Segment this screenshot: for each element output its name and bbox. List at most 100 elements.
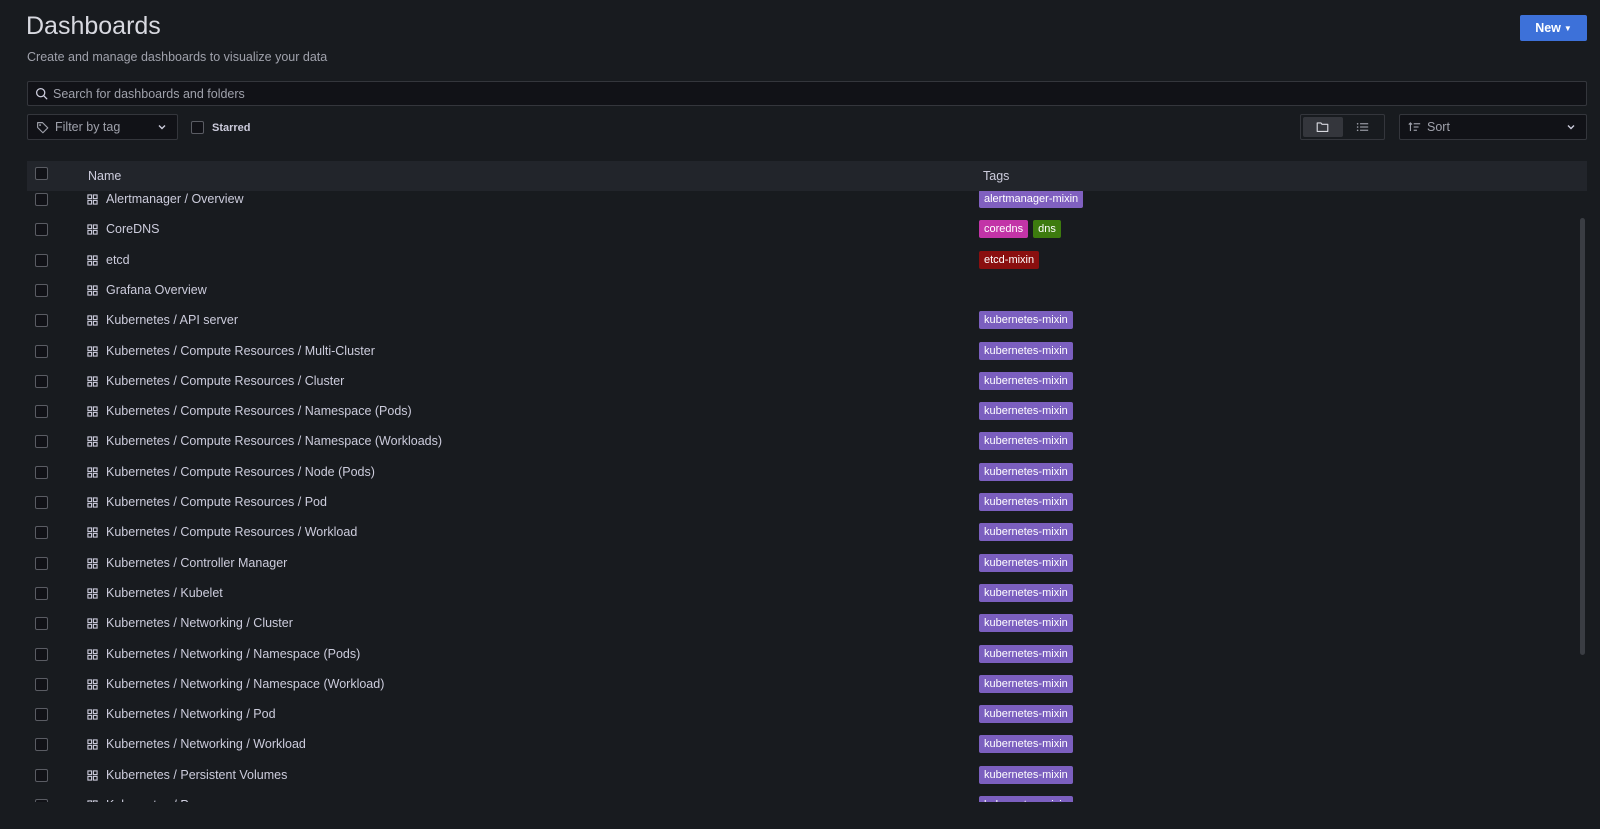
tag-badge[interactable]: kubernetes-mixin bbox=[979, 402, 1073, 421]
row-checkbox[interactable] bbox=[35, 283, 48, 297]
row-checkbox[interactable] bbox=[35, 526, 48, 540]
tag-badge[interactable]: coredns bbox=[979, 220, 1029, 239]
scrollbar[interactable] bbox=[1580, 218, 1585, 655]
row-checkbox[interactable] bbox=[35, 465, 48, 479]
tag-badge[interactable]: kubernetes-mixin bbox=[979, 523, 1073, 542]
table-row[interactable]: Kubernetes / Compute Resources / Namespa… bbox=[27, 432, 1587, 463]
dashboard-title-link[interactable]: Kubernetes / Persistent Volumes bbox=[106, 768, 287, 782]
row-checkbox[interactable] bbox=[35, 344, 48, 358]
dashboard-title-link[interactable]: Alertmanager / Overview bbox=[106, 192, 244, 206]
table-row[interactable]: etcd etcd-mixin bbox=[27, 250, 1587, 282]
table-row[interactable]: Alertmanager / Overview alertmanager-mixi… bbox=[27, 191, 1587, 221]
row-checkbox[interactable] bbox=[35, 435, 48, 449]
table-row[interactable]: Kubernetes / Networking / Namespace (Pod… bbox=[27, 644, 1587, 676]
tag-badge[interactable]: alertmanager-mixin bbox=[979, 191, 1084, 208]
table-row[interactable]: Kubernetes / Compute Resources / Pod kube… bbox=[27, 493, 1587, 524]
sort-select[interactable]: Sort bbox=[1399, 114, 1587, 140]
folder-view-button[interactable] bbox=[1303, 117, 1343, 137]
dashboard-grid-icon bbox=[87, 467, 98, 478]
dashboard-title-link[interactable]: Grafana Overview bbox=[106, 283, 207, 297]
table-row[interactable]: Kubernetes / Networking / Cluster kuberne… bbox=[27, 614, 1587, 645]
table-row[interactable]: Kubernetes / Compute Resources / Node (P… bbox=[27, 462, 1587, 494]
dashboard-title-link[interactable]: Kubernetes / Compute Resources / Cluster bbox=[106, 374, 344, 388]
tag-badge[interactable]: kubernetes-mixin bbox=[979, 432, 1073, 451]
search-bar[interactable] bbox=[27, 81, 1587, 106]
row-checkbox[interactable] bbox=[35, 314, 48, 328]
new-button[interactable]: New ▼ bbox=[1520, 15, 1587, 41]
dashboard-title-link[interactable]: Kubernetes / Networking / Cluster bbox=[106, 616, 293, 630]
row-checkbox[interactable] bbox=[35, 617, 48, 631]
row-checkbox[interactable] bbox=[35, 405, 48, 419]
starred-filter[interactable]: Starred bbox=[191, 121, 251, 134]
select-all-checkbox[interactable] bbox=[35, 167, 48, 180]
row-checkbox[interactable] bbox=[35, 556, 48, 570]
table-row[interactable]: Kubernetes / Compute Resources / Cluster… bbox=[27, 371, 1587, 403]
dashboard-title-link[interactable]: Kubernetes / Networking / Namespace (Pod… bbox=[106, 647, 360, 661]
table-row[interactable]: Kubernetes / Kubelet kubernetes-mixin bbox=[27, 583, 1587, 615]
dashboard-title-link[interactable]: Kubernetes / Compute Resources / Namespa… bbox=[106, 404, 412, 418]
dashboard-title-link[interactable]: Kubernetes / Compute Resources / Node (P… bbox=[106, 465, 375, 479]
row-checkbox[interactable] bbox=[35, 193, 48, 206]
table-row[interactable]: Kubernetes / Networking / Pod kubernetes-… bbox=[27, 705, 1587, 736]
dashboard-title-link[interactable]: CoreDNS bbox=[106, 222, 160, 236]
row-checkbox[interactable] bbox=[35, 374, 48, 388]
dashboard-title-link[interactable]: Kubernetes / Compute Resources / Multi-C… bbox=[106, 344, 375, 358]
dashboard-title-link[interactable]: Kubernetes / Controller Manager bbox=[106, 556, 287, 570]
tag-badge[interactable]: dns bbox=[1033, 220, 1061, 239]
tag-badge[interactable]: kubernetes-mixin bbox=[979, 735, 1073, 754]
tag-badge[interactable]: kubernetes-mixin bbox=[979, 674, 1073, 693]
row-checkbox[interactable] bbox=[35, 708, 48, 722]
tag-badge[interactable]: kubernetes-mixin bbox=[979, 614, 1073, 633]
dashboard-title-link[interactable]: etcd bbox=[106, 253, 130, 267]
table-row[interactable]: Kubernetes / Networking / Namespace (Wor… bbox=[27, 674, 1587, 706]
tag-badge[interactable]: kubernetes-mixin bbox=[979, 371, 1073, 390]
dashboard-title-link[interactable]: Kubernetes / Networking / Workload bbox=[106, 737, 306, 751]
tag-badge[interactable]: kubernetes-mixin bbox=[979, 583, 1073, 602]
dashboard-grid-icon bbox=[87, 497, 98, 508]
table-row[interactable]: Kubernetes / Controller Manager kubernete… bbox=[27, 553, 1587, 585]
tag-badge[interactable]: kubernetes-mixin bbox=[979, 705, 1073, 724]
tag-badge[interactable]: etcd-mixin bbox=[979, 250, 1040, 269]
column-header-name[interactable]: Name bbox=[88, 169, 121, 183]
search-input[interactable] bbox=[53, 86, 1586, 101]
list-view-button[interactable] bbox=[1343, 117, 1383, 137]
tag-badge[interactable]: kubernetes-mixin bbox=[979, 493, 1073, 511]
tag-filter-select[interactable]: Filter by tag bbox=[27, 114, 178, 140]
tag-badge[interactable]: kubernetes-mixin bbox=[979, 644, 1073, 663]
starred-checkbox[interactable] bbox=[191, 121, 204, 134]
table-row[interactable]: Kubernetes / Proxy kubernetes-mixin bbox=[27, 796, 1587, 802]
dashboard-title-link[interactable]: Kubernetes / API server bbox=[106, 313, 238, 327]
row-checkbox[interactable] bbox=[35, 799, 48, 802]
tag-badge[interactable]: kubernetes-mixin bbox=[979, 765, 1073, 784]
tag-badge[interactable]: kubernetes-mixin bbox=[979, 796, 1073, 802]
tag-badge[interactable]: kubernetes-mixin bbox=[979, 462, 1073, 481]
table-row[interactable]: Kubernetes / API server kubernetes-mixin bbox=[27, 311, 1587, 342]
dashboard-title-link[interactable]: Kubernetes / Kubelet bbox=[106, 586, 223, 600]
dashboard-title-link[interactable]: Kubernetes / Proxy bbox=[106, 798, 212, 802]
row-checkbox[interactable] bbox=[35, 496, 48, 509]
dashboard-title-link[interactable]: Kubernetes / Compute Resources / Namespa… bbox=[106, 434, 442, 448]
dashboard-title-link[interactable]: Kubernetes / Networking / Namespace (Wor… bbox=[106, 677, 384, 691]
table-row[interactable]: Kubernetes / Compute Resources / Multi-C… bbox=[27, 341, 1587, 373]
row-checkbox[interactable] bbox=[35, 768, 48, 782]
tag-badge[interactable]: kubernetes-mixin bbox=[979, 553, 1073, 572]
tag-list: kubernetes-mixin bbox=[979, 341, 1073, 360]
table-row[interactable]: Kubernetes / Networking / Workload kubern… bbox=[27, 735, 1587, 766]
tag-list: kubernetes-mixin bbox=[979, 674, 1073, 693]
dashboard-title-link[interactable]: Kubernetes / Compute Resources / Pod bbox=[106, 495, 327, 509]
dashboard-title-link[interactable]: Kubernetes / Compute Resources / Workloa… bbox=[106, 525, 357, 539]
row-checkbox[interactable] bbox=[35, 586, 48, 600]
table-row[interactable]: CoreDNS coredns dns bbox=[27, 220, 1587, 251]
tag-badge[interactable]: kubernetes-mixin bbox=[979, 311, 1073, 330]
dashboard-title-link[interactable]: Kubernetes / Networking / Pod bbox=[106, 707, 276, 721]
row-checkbox[interactable] bbox=[35, 223, 48, 237]
row-checkbox[interactable] bbox=[35, 253, 48, 267]
table-row[interactable]: Kubernetes / Compute Resources / Namespa… bbox=[27, 402, 1587, 433]
table-row[interactable]: Kubernetes / Persistent Volumes kubernete… bbox=[27, 765, 1587, 797]
table-row[interactable]: Kubernetes / Compute Resources / Workloa… bbox=[27, 523, 1587, 554]
tag-badge[interactable]: kubernetes-mixin bbox=[979, 341, 1073, 360]
row-checkbox[interactable] bbox=[35, 738, 48, 752]
table-row[interactable]: Grafana Overview bbox=[27, 282, 1587, 312]
row-checkbox[interactable] bbox=[35, 677, 48, 691]
row-checkbox[interactable] bbox=[35, 647, 48, 661]
